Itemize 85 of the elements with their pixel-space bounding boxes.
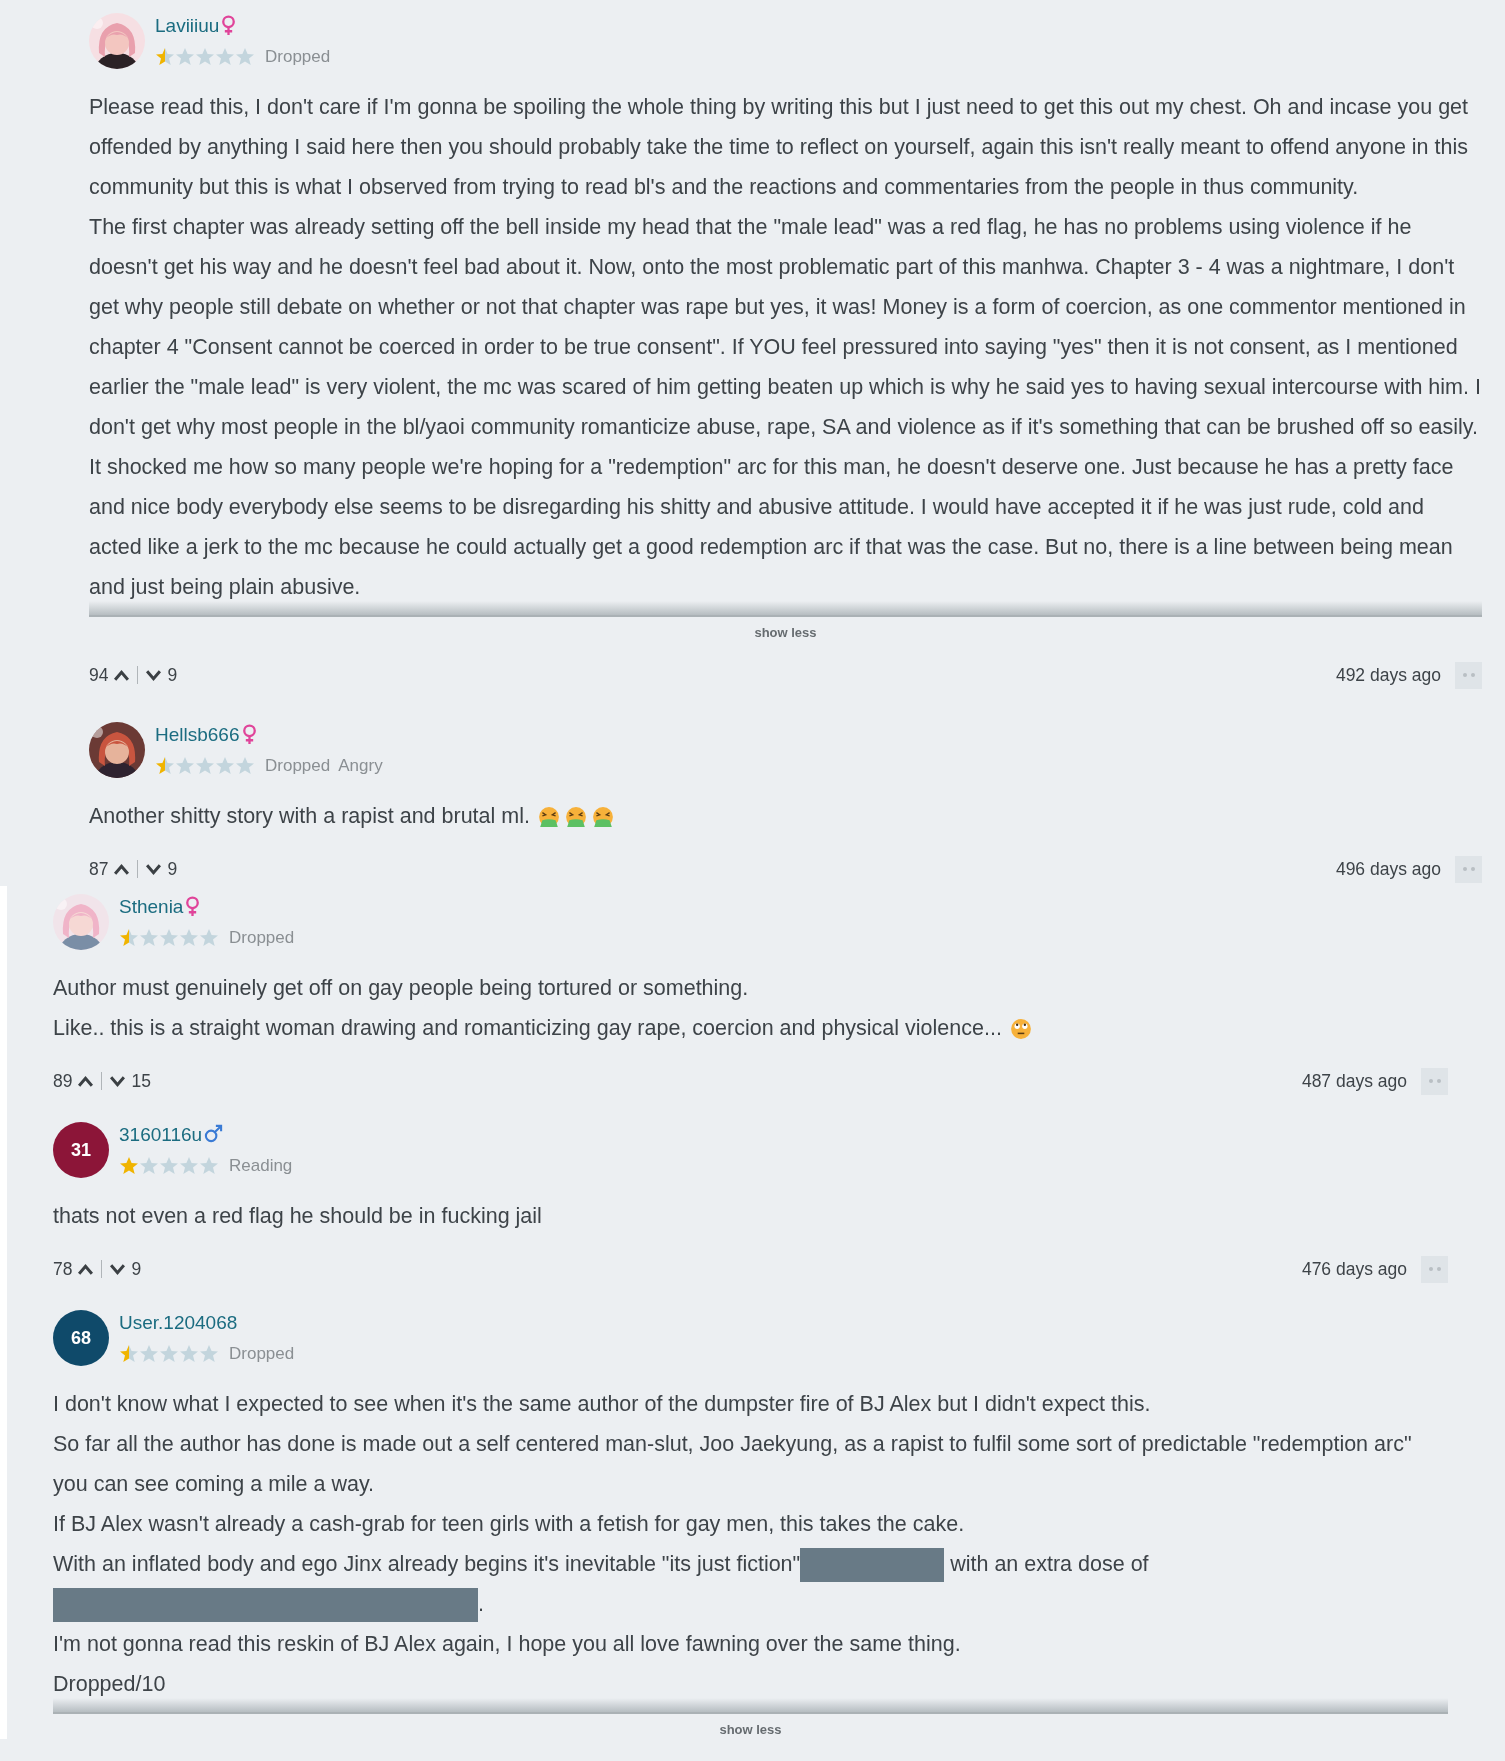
username-link[interactable]: Hellsb666 [155,724,240,746]
star-icon [215,756,235,776]
comment-text: with an extra dose of [950,1552,1149,1576]
downvote-icon[interactable] [109,1074,127,1088]
upvote-count: 78 [53,1258,73,1280]
comment-text: I'm not gonna read this reskin of BJ Alex again, I hope you all love fawning over the same thing. [53,1631,962,1658]
upvote-count: 94 [89,664,109,686]
upvote-icon[interactable] [77,1074,95,1088]
comment-text: you can see coming a mile a way. [53,1471,376,1498]
comment-text: So far all the author has done is made out a self centered man-slut, Joo Jaekyung, as a rapist to fulfil some sort of predictable "redemption arc" [53,1431,1413,1458]
star-icon [215,47,235,67]
comment-text: If BJ Alex wasn't already a cash-grab for teen girls with a fetish for gay men, this takes the cake. [53,1511,966,1538]
vomiting-face-icon [564,806,587,829]
vomiting-face-icon [537,806,560,829]
dots-icon [1462,867,1475,871]
star-icon [139,1156,159,1176]
spoiler-block[interactable] [800,1548,945,1583]
star-icon [139,1344,159,1364]
downvote-icon[interactable] [145,862,163,876]
star-icon [119,928,139,948]
star-icon [139,928,159,948]
downvote-icon[interactable] [145,668,163,682]
star-icon [175,47,195,67]
star-icon [199,928,219,948]
comment-text: The first chapter was already setting off the bell inside my head that the "male lead" was a red flag, he has no problems using violence if he doesn't get his way and he doesn't feel bad about it. Now, onto the most problematic part of this manhwa. Chapter 3 - 4 was a nightmare, I don't get why people still debate on whether or not that chapter was rape but yes, it was! Money is a form of coercion, as one commentor mentioned in chapter 4 "Consent cannot be coerced in order to be true consent". If YOU feel pressured into saying "yes" then it is not consent, as I mentioned earlier the "male lead" is very violent, the mc was scared of him getting beaten up which is why he said yes to having sexual intercourse with him. I don't get why most people in the bl/yaoi community romanticize abuse, rape, SA and violence as if it's something that can be brushed off so easily. It shocked me how so many people we're hoping for a "redemption" arc for this man, he doesn't deserve one. Just because he has a pretty face and nice body everybody else seems to be disregarding his shitty and abusive attitude. I would have accepted it if he was just rude, cold and acted like a jerk to the mc because he could actually get a good redemption arc if that was the case. But no, there is a line between being mean and just being plain abusive. [89,214,1482,601]
downvote-count: 15 [131,1070,151,1092]
upvote-count: 87 [89,858,109,880]
username-link[interactable]: 3160116u [119,1124,203,1146]
star-icon [199,1344,219,1364]
comment-text: Another shitty story with a rapist and brutal ml. [89,804,530,828]
downvote-count: 9 [131,1258,142,1280]
eye-roll-face-icon [1009,1018,1032,1041]
star-icon [159,1344,179,1364]
star-icon [235,756,255,776]
star-icon [179,928,199,948]
star-icon [155,756,175,776]
comment-time: 496 days ago [1335,858,1441,880]
username-link[interactable]: Sthenia [119,896,184,918]
star-icon [179,1344,199,1364]
status-tag: Dropped [229,928,295,948]
comment-text: thats not even a red flag he should be in fucking jail [53,1203,543,1230]
star-icon [155,47,175,67]
show-less-button[interactable]: show less [715,1720,786,1739]
status-tag: Dropped [265,756,331,776]
star-icon [235,47,255,67]
downvote-count: 9 [167,858,178,880]
comment-time: 476 days ago [1301,1258,1407,1280]
star-icon [119,1344,139,1364]
comment-text: I don't know what I expected to see when it's the same author of the dumpster fire of BJ Alex but I didn't expect this. [53,1391,1152,1418]
star-icon [175,756,195,776]
upvote-icon[interactable] [77,1262,95,1276]
star-icon [199,1156,219,1176]
username-link[interactable]: User.1204068 [119,1312,238,1334]
upvote-icon[interactable] [113,668,131,682]
avatar[interactable]: 68 [53,1310,109,1366]
comment-text: Like.. this is a straight woman drawing and romanticizing gay rape, coercion and physical violence... [53,1016,1002,1040]
star-icon [195,756,215,776]
dots-icon [1428,1079,1441,1083]
comment-text: . [478,1592,484,1616]
comment-time: 487 days ago [1301,1070,1407,1092]
avatar[interactable]: 31 [53,1122,109,1178]
dots-icon [1428,1267,1441,1271]
status-tag: Dropped [265,47,331,67]
upvote-icon[interactable] [113,862,131,876]
downvote-count: 9 [167,664,178,686]
spoiler-block[interactable] [53,1588,478,1623]
vomiting-face-icon [591,806,614,829]
status-tag: Reading [229,1156,293,1176]
show-less-button[interactable]: show less [750,623,821,642]
comment-time: 492 days ago [1335,664,1441,686]
comment-text: Author must genuinely get off on gay people being tortured or something. [53,975,750,1002]
username-link[interactable]: Laviiiuu [155,15,220,37]
downvote-icon[interactable] [109,1262,127,1276]
star-icon [159,928,179,948]
star-icon [179,1156,199,1176]
status-tag: Angry [338,756,383,776]
comment-text: With an inflated body and ego Jinx already begins it's inevitable "its just fiction" [53,1552,801,1576]
status-tag: Dropped [229,1344,295,1364]
comment-text: Dropped/10 [53,1671,167,1698]
upvote-count: 89 [53,1070,73,1092]
dots-icon [1462,673,1475,677]
star-icon [159,1156,179,1176]
comment-text: Please read this, I don't care if I'm gonna be spoiling the whole thing by writing this but I just need to get this out my chest. Oh and incase you get offended by anything I said here then you should probably take the time to reflect on yourself, again this isn't really meant to offend anyone in this community but this is what I observed from trying to read bl's and the reactions and commentaries from the people in thus community. [89,94,1470,201]
star-icon [119,1156,139,1176]
star-icon [195,47,215,67]
